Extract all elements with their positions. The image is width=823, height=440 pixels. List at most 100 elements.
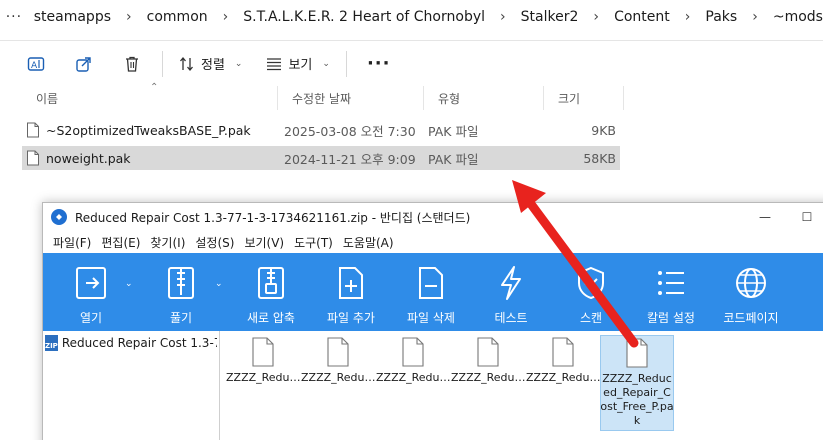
chevron-down-icon: ⌄ (234, 58, 243, 69)
sort-label: 정렬 (201, 58, 225, 73)
menu-settings[interactable]: 설정(S) (191, 234, 238, 251)
file-row-selected[interactable]: noweight.pak 2024-11-21 오후 9:09 PAK 파일 5… (22, 146, 620, 170)
share-button[interactable] (60, 41, 108, 87)
tree-item-label: Reduced Repair Cost 1.3-77 (61, 336, 217, 350)
column-header-name[interactable]: 이름 ⌃ (22, 82, 278, 110)
chevron-down-icon: ⌄ (322, 58, 330, 69)
archive-file-item-selected[interactable]: ZZZZ_Reduced_Repair_Cost_Free_P.pak (600, 335, 674, 431)
archive-file-name: ZZZZ_Redu… (376, 371, 450, 384)
rename-button[interactable]: A (12, 41, 60, 87)
delete-file-icon (419, 267, 443, 299)
maximize-button[interactable]: ☐ (793, 207, 821, 227)
scan-button[interactable]: 스캔 (551, 253, 631, 331)
delete-file-button[interactable]: 파일 삭제 (391, 253, 471, 331)
archive-file-item[interactable]: ZZZZ_Redu… (226, 337, 300, 385)
menu-tools[interactable]: 도구(T) (290, 234, 337, 251)
svg-text:A: A (31, 61, 38, 71)
archive-file-name: ZZZZ_Redu… (301, 371, 375, 384)
menu-help[interactable]: 도움말(A) (339, 234, 398, 251)
file-row[interactable]: ~S2optimizedTweaksBASE_P.pak 2025-03-08 … (22, 118, 620, 142)
add-file-label: 파일 추가 (327, 311, 375, 325)
breadcrumb-item-paks[interactable]: Paks (705, 9, 737, 25)
file-type: PAK 파일 (428, 123, 479, 139)
share-icon (76, 56, 91, 72)
menu-view[interactable]: 보기(V) (240, 234, 288, 251)
codepage-button[interactable]: 코드페이지 (711, 253, 791, 331)
breadcrumb-item-mods[interactable]: ~mods (773, 9, 823, 25)
view-button[interactable]: 보기 ⌄ (256, 41, 339, 87)
file-list-header: 이름 ⌃ 수정한 날짜 유형 크기 (22, 82, 624, 110)
open-button[interactable]: 열기 (51, 253, 131, 331)
archive-file-name: ZZZZ_Redu… (451, 371, 525, 384)
chevron-right-icon: › (684, 9, 691, 25)
delete-button[interactable] (108, 41, 156, 87)
scan-icon (578, 266, 604, 300)
add-file-button[interactable]: 파일 추가 (311, 253, 391, 331)
test-button[interactable]: 테스트 (471, 253, 551, 331)
file-date: 2024-11-21 오후 9:09 (284, 151, 416, 167)
archive-file-item[interactable]: ZZZZ_Redu… (451, 337, 525, 385)
archive-file-item[interactable]: ZZZZ_Redu… (301, 337, 375, 385)
breadcrumb-item-common[interactable]: common (147, 9, 208, 25)
trash-icon (126, 56, 138, 72)
bandizip-titlebar[interactable]: Reduced Repair Cost 1.3-77-1-3-173462116… (43, 203, 823, 231)
delete-file-label: 파일 삭제 (407, 311, 455, 325)
column-date-label: 수정한 날짜 (292, 91, 352, 106)
column-type-label: 유형 (438, 91, 461, 106)
bandizip-body: ZIP Reduced Repair Cost 1.3-77 ZZZZ_Redu… (43, 331, 823, 440)
columns-icon (658, 271, 684, 295)
file-icon (27, 122, 39, 138)
codepage-icon (736, 268, 766, 298)
open-icon (76, 267, 106, 299)
view-icon (267, 57, 282, 70)
file-date: 2025-03-08 오전 7:30 (284, 123, 416, 139)
scan-label: 스캔 (579, 311, 603, 325)
extract-button[interactable]: 풀기 (141, 253, 221, 331)
archive-file-name: ZZZZ_Redu… (226, 371, 300, 384)
breadcrumb-item-steamapps[interactable]: steamapps (34, 9, 111, 25)
column-header-date[interactable]: 수정한 날짜 (278, 86, 424, 110)
column-header-size[interactable]: 크기 (544, 86, 624, 110)
archive-file-list: ZZZZ_Redu… ZZZZ_Redu… ZZZZ_Redu… ZZZZ_Re… (220, 331, 823, 440)
extract-dropdown-caret[interactable]: ⌄ (215, 279, 225, 289)
file-icon (252, 337, 274, 367)
extract-label: 풀기 (169, 311, 193, 325)
bandizip-logo-icon (51, 209, 67, 225)
menu-find[interactable]: 찾기(I) (146, 234, 189, 251)
breadcrumb-item-content[interactable]: Content (614, 9, 670, 25)
new-archive-button[interactable]: 새로 압축 (231, 253, 311, 331)
columns-label: 칼럼 설정 (647, 311, 695, 325)
address-breadcrumb: ··· steamapps › common › S.T.A.L.K.E.R. … (0, 0, 823, 34)
file-name: noweight.pak (46, 150, 131, 166)
menu-file[interactable]: 파일(F) (49, 234, 95, 251)
menu-bar: 파일(F) 편집(E) 찾기(I) 설정(S) 보기(V) 도구(T) 도움말(… (43, 231, 823, 253)
archive-file-item[interactable]: ZZZZ_Redu… (526, 337, 600, 385)
archive-file-name: ZZZZ_Redu… (526, 371, 600, 384)
command-bar: A 정렬 ⌄ 보기 ⌄ ··· (0, 40, 823, 86)
tree-item-archive-root[interactable]: ZIP Reduced Repair Cost 1.3-77 (45, 335, 217, 351)
more-options-button[interactable]: ··· (353, 53, 405, 74)
chevron-right-icon: › (222, 9, 229, 25)
codepage-label: 코드페이지 (723, 311, 779, 325)
file-name: ~S2optimizedTweaksBASE_P.pak (46, 122, 251, 138)
bandizip-window: Reduced Repair Cost 1.3-77-1-3-173462116… (42, 202, 823, 440)
chevron-right-icon: › (593, 9, 600, 25)
rename-icon: A (27, 56, 45, 71)
chevron-right-icon: › (126, 9, 132, 25)
chevron-right-icon: › (752, 9, 758, 25)
sort-button[interactable]: 정렬 ⌄ (169, 41, 252, 87)
minimize-button[interactable]: — (751, 207, 779, 227)
open-dropdown-caret[interactable]: ⌄ (125, 279, 135, 289)
menu-edit[interactable]: 편집(E) (97, 234, 144, 251)
archive-file-name: ZZZZ_Reduced_Repair_Cost_Free_P.pak (600, 372, 674, 427)
breadcrumb-overflow-button[interactable]: ··· (0, 9, 28, 25)
columns-button[interactable]: 칼럼 설정 (631, 253, 711, 331)
extract-icon (168, 267, 194, 299)
column-name-label: 이름 (36, 91, 59, 106)
archive-file-item[interactable]: ZZZZ_Redu… (376, 337, 450, 385)
new-archive-icon (258, 267, 284, 299)
file-type: PAK 파일 (428, 151, 479, 167)
breadcrumb-item-stalker2-game[interactable]: S.T.A.L.K.E.R. 2 Heart of Chornobyl (243, 9, 485, 25)
breadcrumb-item-stalker2[interactable]: Stalker2 (521, 9, 579, 25)
column-header-type[interactable]: 유형 (424, 86, 544, 110)
